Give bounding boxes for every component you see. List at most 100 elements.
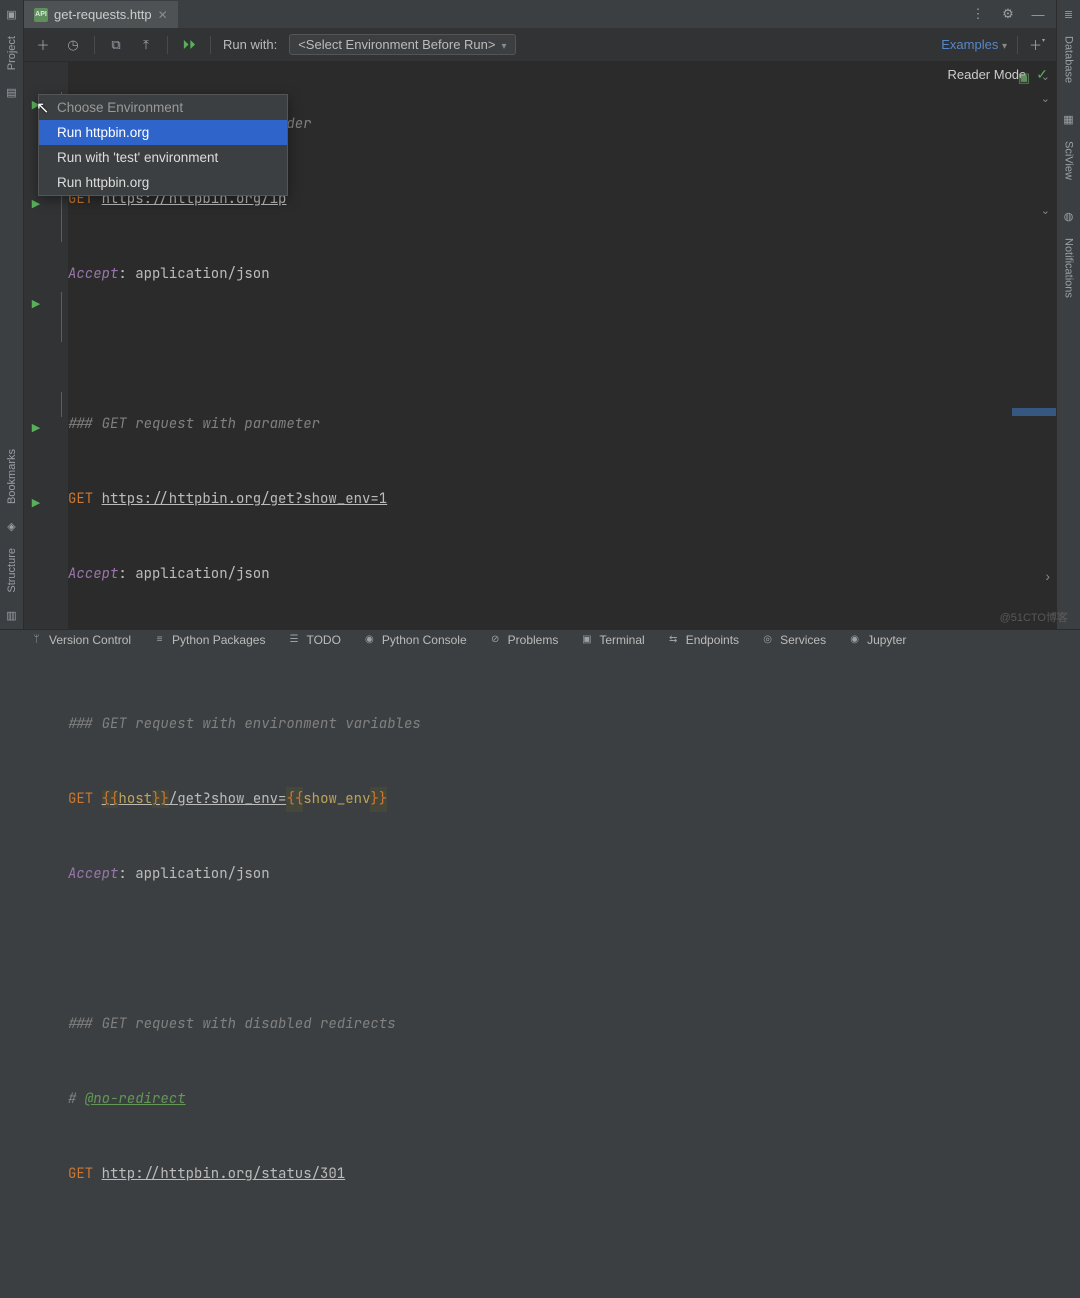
status-jupyter[interactable]: ◉ Jupyter [848, 633, 906, 647]
code-text: GET request with environment variables [102, 712, 421, 737]
ctx-run-httpbin-2[interactable]: Run httpbin.org [39, 170, 287, 195]
right-tool-database[interactable]: Database [1063, 28, 1075, 91]
left-tool-structure[interactable]: Structure [6, 540, 18, 601]
right-tool-strip: ≣ Database ▦ SciView ◍ Notifications [1056, 0, 1080, 629]
status-endpoints[interactable]: ⇆ Endpoints [667, 633, 739, 647]
folder2-icon[interactable]: ▤ [4, 84, 20, 100]
status-label: Problems [508, 633, 559, 647]
code-var: show_env [303, 787, 370, 812]
code-text: ### [68, 1012, 102, 1037]
more-icon[interactable]: ⋮ [970, 6, 986, 22]
minimize-icon[interactable]: — [1030, 6, 1046, 22]
code-text: Accept [68, 262, 118, 287]
ctx-header: Choose Environment [39, 95, 287, 120]
cursor-icon: ↖ [36, 98, 49, 118]
sciview-icon[interactable]: ▦ [1061, 111, 1077, 127]
structure-icon[interactable]: ▥ [4, 607, 20, 623]
bookmark-icon[interactable]: ◈ [4, 518, 20, 534]
file-tab[interactable]: API get-requests.http ✕ [24, 0, 178, 28]
left-tool-bookmarks[interactable]: Bookmarks [6, 441, 18, 512]
code-text: GET [68, 1162, 93, 1187]
status-version-control[interactable]: ᛘVersion Control [30, 633, 131, 647]
status-bar: ᛘVersion Control ≡Python Packages ☰TODO … [0, 629, 1080, 649]
code-var: {{ [286, 787, 303, 812]
environment-selected: <Select Environment Before Run> [298, 37, 495, 52]
import-icon[interactable]: ⤒ [137, 36, 155, 54]
fold-toggle[interactable]: ⌄ [1041, 204, 1050, 217]
fold-toggle[interactable]: ⌄ [1041, 92, 1050, 105]
bell-icon[interactable]: ◍ [1061, 208, 1077, 224]
code-text: Accept [68, 562, 118, 587]
gutter-run-icon[interactable]: ▶ [30, 496, 42, 508]
api-file-icon: API [34, 8, 48, 22]
code-text: ### [68, 412, 102, 437]
code-var: }} [370, 787, 387, 812]
editor-right-column: ⌄ ▣ ⌄ ⌄ › [1010, 62, 1056, 629]
status-python-packages[interactable]: ≡Python Packages [153, 633, 265, 647]
code-url[interactable]: https://httpbin.org/get?show_env=1 [102, 487, 388, 512]
chevron-down-icon [1002, 37, 1007, 52]
code-var: }} [152, 790, 169, 808]
code-var: host [118, 790, 152, 808]
status-problems[interactable]: ⊘ Problems [489, 633, 559, 647]
close-icon[interactable]: ✕ [158, 8, 168, 22]
separator [167, 36, 168, 54]
run-context-menu: Choose Environment Run httpbin.org Run w… [38, 94, 288, 196]
separator [210, 36, 211, 54]
chevron-down-icon [501, 37, 506, 52]
run-all-icon[interactable]: ⏵⏵ [180, 36, 198, 54]
history-icon[interactable]: ◷ [64, 36, 82, 54]
status-terminal[interactable]: ▣Terminal [580, 633, 644, 647]
copy-icon[interactable]: ⧉ [107, 36, 125, 54]
watermark: @51CTO博客 [1000, 609, 1068, 625]
code-url[interactable]: http://httpbin.org/status/301 [102, 1162, 346, 1187]
right-tool-notifications[interactable]: Notifications [1063, 230, 1075, 306]
jupyter-icon: ◉ [848, 633, 861, 646]
status-todo[interactable]: ☰TODO [287, 633, 340, 647]
file-tab-bar: API get-requests.http ✕ ⋮ ⚙ — [24, 0, 1056, 28]
ctx-run-httpbin[interactable]: Run httpbin.org [39, 120, 287, 145]
status-label: Version Control [49, 633, 131, 647]
examples-link[interactable]: Examples [941, 37, 1007, 52]
status-label: Terminal [599, 633, 644, 647]
minimap-marker [1012, 408, 1056, 416]
status-label: Jupyter [867, 633, 906, 647]
folder-icon[interactable]: ▣ [4, 6, 20, 22]
code-text: GET request with parameter [102, 412, 320, 437]
gutter-run-icon[interactable]: ▶ [30, 297, 42, 309]
left-tool-project[interactable]: Project [6, 28, 18, 78]
code-text: # [68, 1087, 85, 1112]
services-icon: ◎ [761, 633, 774, 646]
gutter-run-icon[interactable]: ▶ [30, 197, 42, 209]
code-text: GET [68, 487, 93, 512]
examples-label: Examples [941, 37, 998, 52]
problems-icon: ⊘ [489, 633, 502, 646]
status-label: Services [780, 633, 826, 647]
gutter-run-icon[interactable]: ▶ [30, 421, 42, 433]
left-tool-strip: ▣ Project ▤ Bookmarks ◈ Structure ▥ [0, 0, 24, 629]
warning-icon[interactable]: ▣ [1018, 70, 1030, 86]
code-text: Accept [68, 862, 118, 887]
code-text: /get?show_env= [169, 790, 287, 808]
ctx-run-test-env[interactable]: Run with 'test' environment [39, 145, 287, 170]
environment-select[interactable]: <Select Environment Before Run> [289, 34, 515, 55]
endpoints-icon: ⇆ [667, 633, 680, 646]
fold-line [61, 292, 62, 342]
run-with-label: Run with: [223, 37, 277, 52]
status-services[interactable]: ◎ Services [761, 633, 826, 647]
fold-toggle[interactable]: ⌄ [1041, 70, 1050, 83]
http-toolbar: ＋ ◷ ⧉ ⤒ ⏵⏵ Run with: <Select Environment… [24, 28, 1056, 62]
code-doctag: @no-redirect [85, 1087, 186, 1112]
separator [1017, 36, 1018, 54]
add-request-icon[interactable]: ＋▾ [1028, 36, 1046, 54]
add-icon[interactable]: ＋ [34, 36, 52, 54]
chevron-right-icon[interactable]: › [1045, 568, 1050, 584]
database-icon[interactable]: ≣ [1061, 6, 1077, 22]
status-label: TODO [306, 633, 340, 647]
status-label: Endpoints [686, 633, 739, 647]
status-python-console[interactable]: ◉Python Console [363, 633, 467, 647]
code-text: GET request with disabled redirects [102, 1012, 396, 1037]
gear-icon[interactable]: ⚙ [1000, 6, 1016, 22]
code-text: GET [68, 787, 102, 812]
right-tool-sciview[interactable]: SciView [1063, 133, 1075, 188]
